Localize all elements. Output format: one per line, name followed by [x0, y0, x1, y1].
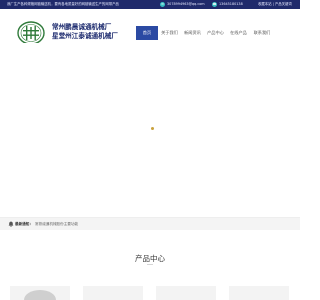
title-divider: [147, 264, 153, 265]
nav-contact[interactable]: 联系我们: [250, 26, 274, 40]
nav-online-products[interactable]: 在线产品: [227, 26, 250, 40]
company-logo[interactable]: [17, 21, 45, 45]
nav-products[interactable]: 产品中心: [204, 26, 227, 40]
hero-banner: [0, 43, 300, 215]
notice-label: 最新通知：: [15, 222, 33, 226]
notice-bar: 最新通知： 常熟诚通机械股份主要功能: [0, 217, 300, 230]
product-card[interactable]: [156, 286, 216, 300]
email-link[interactable]: 3078994963@qq.com: [167, 1, 205, 7]
product-list: [10, 286, 290, 300]
brand-name: 常州鹏晨诚通机械厂 星堂州江泰诚通机械厂: [52, 23, 118, 40]
email-icon: ✉: [160, 2, 165, 7]
bell-icon: [8, 221, 14, 227]
nav-news[interactable]: 新闻资讯: [181, 26, 204, 40]
nav-about[interactable]: 关于我们: [158, 26, 181, 40]
brand-line-1: 常州鹏晨诚通机械厂: [52, 23, 112, 31]
brand-line-2: 星堂州江泰诚通机械厂: [52, 31, 118, 40]
phone-icon: ☎: [212, 2, 217, 7]
promo-text: 我厂生产各种规格网链输送机，要有各地质量好的网链输送生产的网带产品: [7, 2, 119, 6]
top-bar: 我厂生产各种规格网链输送机，要有各地质量好的网链输送生产的网带产品 ✉ 3078…: [0, 0, 300, 9]
site-header: 常州鹏晨诚通机械厂 星堂州江泰诚通机械厂 首页 关于我们 新闻资讯 产品中心 在…: [0, 9, 300, 45]
notice-message[interactable]: 常熟诚通机械股份主要功能: [35, 221, 78, 227]
section-title: 产品中心: [135, 254, 165, 263]
product-card[interactable]: [83, 286, 143, 300]
loading-spinner-icon: [151, 127, 154, 130]
favorite-link[interactable]: 收藏本站 | 产品关键词: [258, 1, 292, 7]
product-card[interactable]: [10, 286, 70, 300]
product-card[interactable]: [229, 286, 289, 300]
nav-home[interactable]: 首页: [136, 26, 158, 40]
phone-number: 13645180138: [219, 2, 243, 6]
